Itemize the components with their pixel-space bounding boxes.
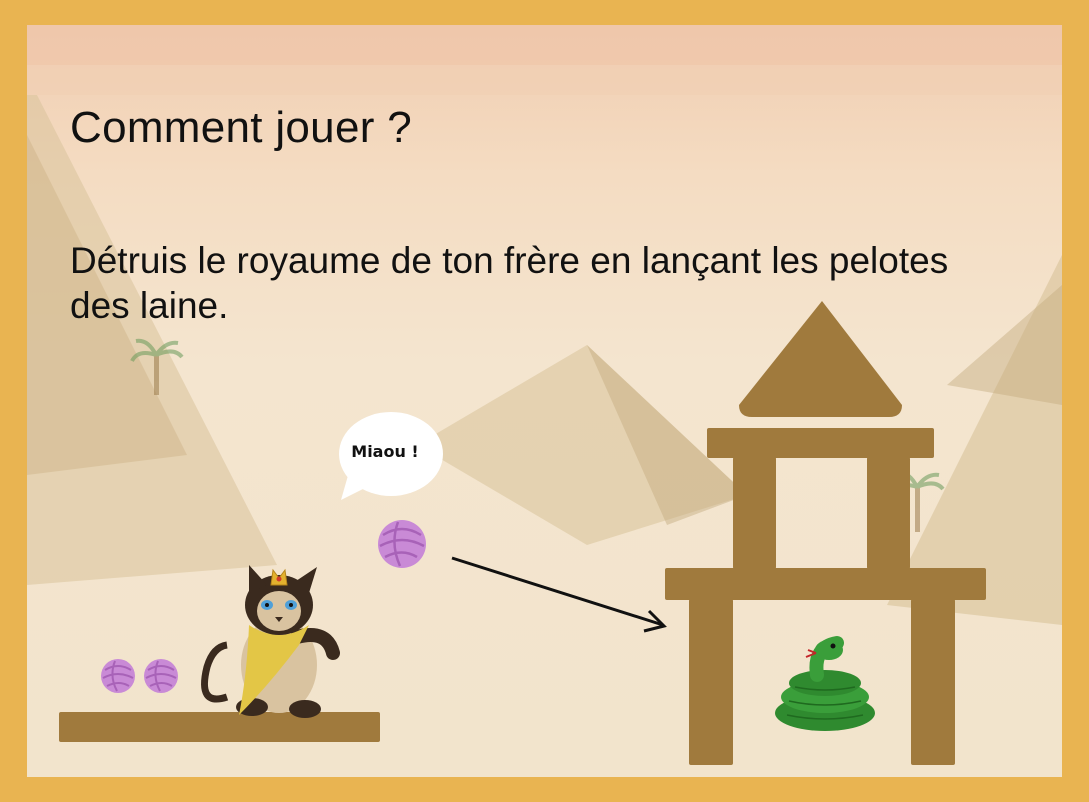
yarn-ball-icon [378, 520, 426, 568]
yarn-ball-icon [144, 659, 178, 693]
lower-pillar-left [689, 599, 733, 765]
launch-platform [59, 712, 380, 742]
game-frame: Comment jouer ? Détruis le royaume de to… [0, 0, 1089, 802]
snake-icon[interactable] [775, 636, 875, 731]
top-beam [707, 428, 934, 458]
middle-beam [665, 568, 986, 600]
roof-block [739, 301, 902, 417]
upper-pillar-right [867, 457, 910, 569]
upper-pillar-left [733, 457, 776, 569]
help-panel: Comment jouer ? Détruis le royaume de to… [27, 25, 1062, 777]
lower-pillar-right [911, 599, 955, 765]
game-scene [59, 301, 986, 765]
yarn-ball-icon [101, 659, 135, 693]
cat-king-icon[interactable] [201, 565, 340, 718]
trajectory-arrow [451, 556, 667, 633]
